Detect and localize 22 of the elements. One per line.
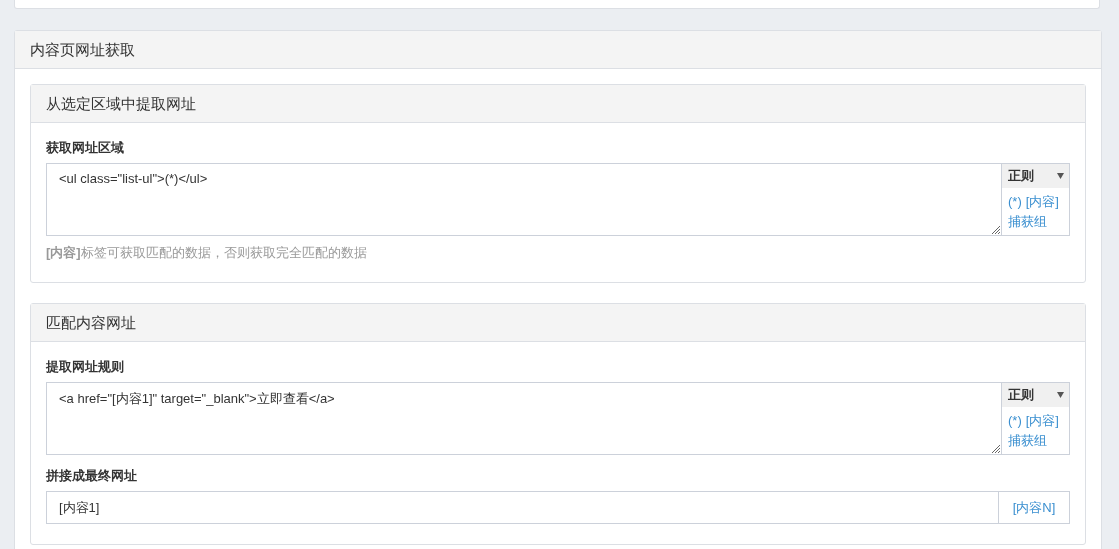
- textarea-field[interactable]: <a href="[内容1]" target="_blank">立即查看</a>: [46, 382, 1002, 455]
- resize-handle-icon[interactable]: [991, 444, 1000, 453]
- field-label: 提取网址规则: [46, 358, 125, 376]
- insert-link[interactable]: (*): [1008, 194, 1022, 209]
- regex-dropdown[interactable]: 正则: [1002, 164, 1069, 188]
- insert-link[interactable]: (*): [1008, 413, 1022, 428]
- section-title: 从选定区域中提取网址: [31, 85, 1085, 123]
- insert-link[interactable]: 捕获组: [1008, 433, 1047, 448]
- help-text: [内容]标签可获取匹配的数据，否则获取完全匹配的数据: [46, 244, 368, 262]
- field-label: 获取网址区域: [46, 139, 125, 157]
- insert-link[interactable]: [内容]: [1025, 413, 1059, 428]
- panel-title: 内容页网址获取: [15, 31, 1101, 69]
- field-label: 拼接成最终网址: [46, 467, 138, 485]
- section-title: 匹配内容网址: [31, 304, 1085, 342]
- insert-link[interactable]: [内容]: [1025, 194, 1059, 209]
- resize-handle-icon[interactable]: [991, 225, 1000, 234]
- input-field[interactable]: [内容1]: [46, 491, 999, 524]
- insert-link[interactable]: 捕获组: [1008, 214, 1047, 229]
- regex-dropdown[interactable]: 正则: [1002, 383, 1069, 407]
- textarea-field[interactable]: <ul class="list-ul">(*)</ul>: [46, 163, 1002, 236]
- caret-icon: [1057, 392, 1064, 398]
- caret-icon: [1057, 173, 1064, 179]
